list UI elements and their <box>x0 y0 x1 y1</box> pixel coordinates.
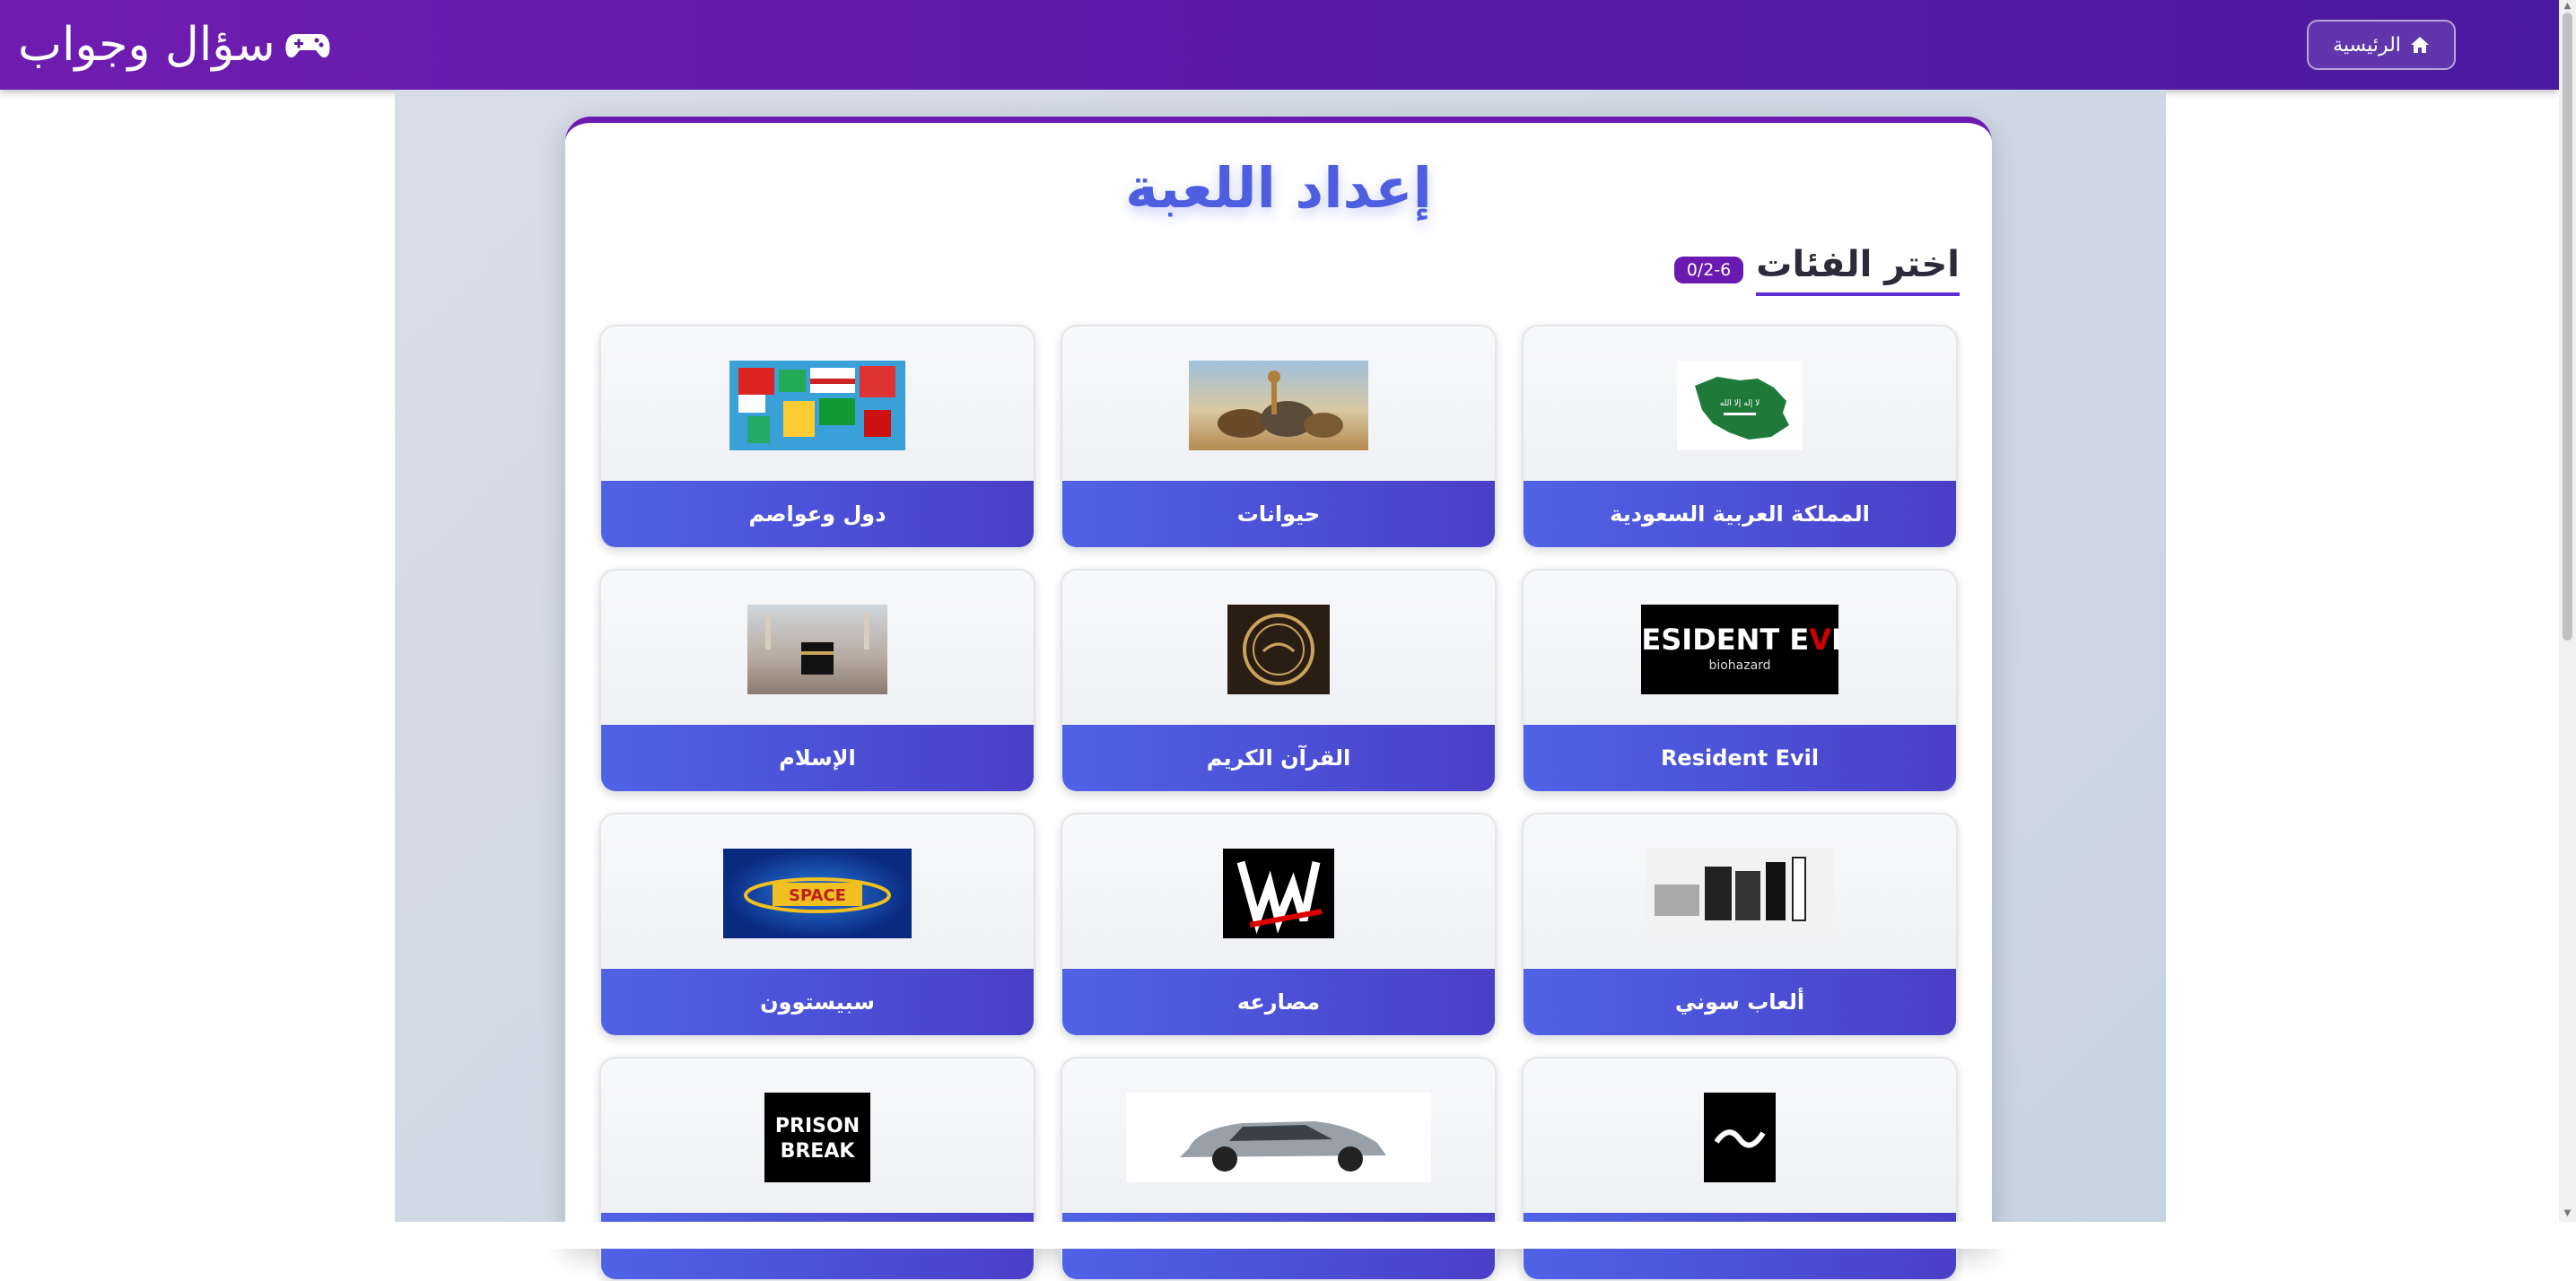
category-label: الإسلام <box>601 725 1034 791</box>
category-tile[interactable]: القرآن الكريم <box>1061 569 1497 793</box>
home-icon <box>2410 37 2429 53</box>
category-label: القرآن الكريم <box>1062 725 1495 791</box>
svg-text:SPACE: SPACE <box>789 886 846 905</box>
svg-text:PRISON: PRISON <box>775 1115 860 1137</box>
svg-text:biohazard: biohazard <box>1708 658 1770 673</box>
category-tile[interactable]: دول وعواصم <box>599 325 1035 549</box>
playstation-consoles-image <box>1646 849 1834 938</box>
svg-text:ﻻ إله إلا الله: ﻻ إله إلا الله <box>1720 399 1760 408</box>
gamepad-icon <box>285 34 330 58</box>
silver-car-image <box>1126 1093 1431 1182</box>
category-label: ألعاب سوني <box>1524 969 1956 1035</box>
kaaba-image <box>747 605 887 694</box>
prison-break-logo-image: PRISON BREAK <box>764 1093 870 1182</box>
world-flags-image <box>729 361 905 450</box>
animals-image <box>1189 361 1368 450</box>
section-title: اختر الفئات <box>1756 244 1960 296</box>
saudi-map-image: ﻻ إله إلا الله <box>1677 361 1803 450</box>
category-label: المملكة العربية السعودية <box>1524 481 1956 547</box>
page-title: إعداد اللعبة <box>1125 155 1432 221</box>
category-tile[interactable]: الإسلام <box>599 569 1035 793</box>
category-label: سبيستوون <box>601 969 1034 1035</box>
scroll-down-arrow-icon[interactable]: ▼ <box>2563 1209 2572 1218</box>
category-label: Resident Evil <box>1524 725 1956 791</box>
category-label: دول وعواصم <box>601 481 1034 547</box>
selection-counter-badge: 0/2-6 <box>1673 257 1744 283</box>
svg-text:RESIDENT EVIL: RESIDENT EVIL <box>1641 623 1838 657</box>
brand-title: سؤال وجواب <box>18 18 275 72</box>
vertical-scrollbar[interactable]: ▲ ▼ <box>2559 0 2576 1222</box>
category-tile[interactable]: حيوانات <box>1061 325 1497 549</box>
category-tile[interactable]: مصارعه <box>1061 813 1497 1037</box>
category-tile[interactable]: RESIDENT EVIL biohazard Resident Evil <box>1522 569 1958 793</box>
setup-card: إعداد اللعبة اختر الفئات 0/2-6 ﻻ إله إلا… <box>565 117 1992 1281</box>
category-tile[interactable]: SPACE سبيستوون <box>599 813 1035 1037</box>
category-tile[interactable]: ﻻ إله إلا الله المملكة العربية السعودية <box>1522 325 1958 549</box>
category-label: حيوانات <box>1062 481 1495 547</box>
spacetoon-logo-image: SPACE <box>723 849 912 938</box>
wwe-logo-image <box>1223 849 1334 938</box>
black-arabic-logo-image <box>1704 1093 1776 1182</box>
category-label: مصارعه <box>1062 969 1495 1035</box>
scrollbar-thumb[interactable] <box>2563 13 2572 640</box>
section-header: اختر الفئات 0/2-6 <box>1673 244 1960 296</box>
category-tile[interactable]: ألعاب سوني <box>1522 813 1958 1037</box>
brand[interactable]: سؤال وجواب <box>18 16 331 74</box>
scroll-up-arrow-icon[interactable]: ▲ <box>2563 2 2572 11</box>
bottom-strip <box>0 1222 2576 1249</box>
resident-evil-image: RESIDENT EVIL biohazard <box>1641 605 1838 694</box>
home-button[interactable]: الرئيسية <box>2307 20 2456 70</box>
home-label: الرئيسية <box>2333 33 2401 57</box>
top-navbar: سؤال وجواب الرئيسية <box>0 0 2559 90</box>
quran-image <box>1227 605 1330 694</box>
svg-text:BREAK: BREAK <box>781 1140 856 1163</box>
